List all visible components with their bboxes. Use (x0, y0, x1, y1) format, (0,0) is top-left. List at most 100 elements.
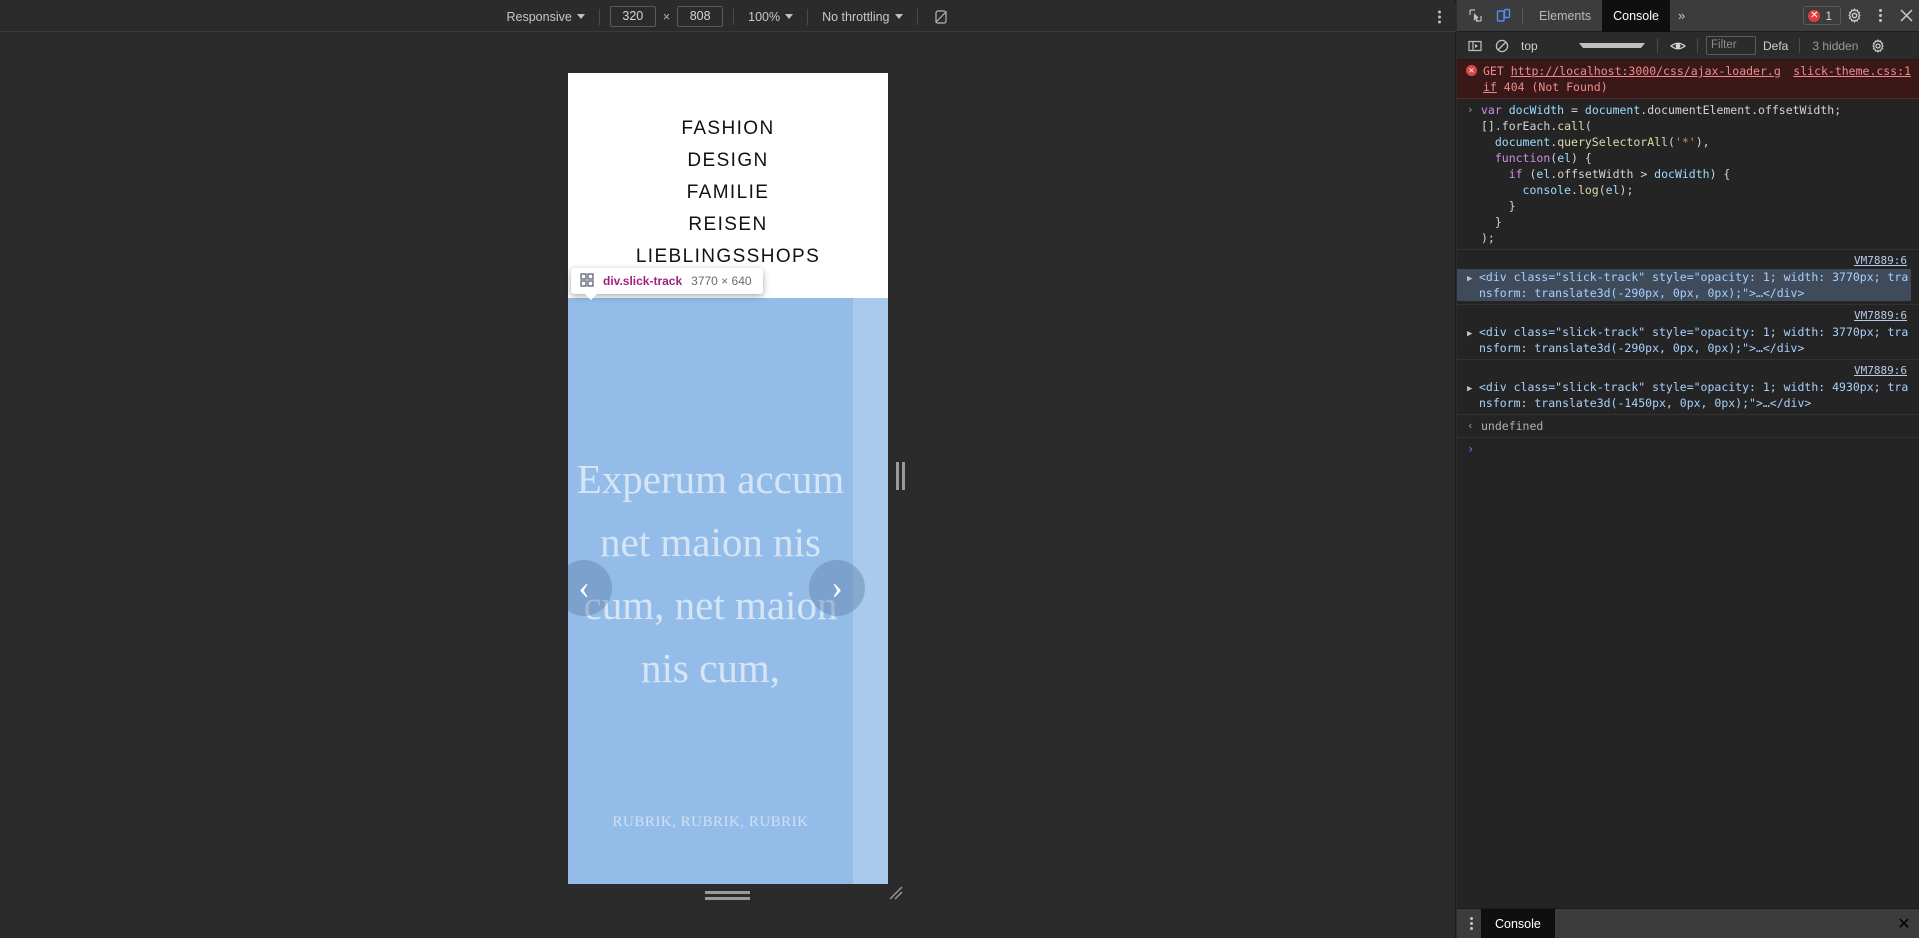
console-error-message[interactable]: ✕ slick-theme.css:1 GET http://localhost… (1457, 60, 1919, 99)
device-toolbar: Responsive 320 × 808 100% No throttling (0, 2, 1456, 32)
inspect-element-icon[interactable] (1461, 3, 1489, 29)
expand-triangle-icon[interactable]: ▶ (1467, 271, 1472, 287)
device-toolbar-more-button[interactable] (1438, 10, 1441, 23)
clear-console-icon[interactable] (1490, 35, 1513, 57)
zoom-select[interactable]: 100% (744, 8, 797, 26)
hidden-messages-label: 3 hidden (1812, 38, 1859, 53)
nav-item-reisen[interactable]: REISEN (568, 209, 888, 241)
chevron-down-icon (785, 14, 794, 19)
toolbar-divider (807, 8, 809, 25)
viewport-height-input[interactable]: 808 (677, 6, 724, 27)
drawer-more-options-button[interactable] (1461, 917, 1481, 930)
devtools-close-icon[interactable] (1893, 3, 1919, 29)
message-source-link[interactable]: VM7889:6 (1457, 253, 1911, 269)
devtools-panel: Elements Console » ✕ 1 top Filter Defa 3… (1457, 0, 1919, 938)
site-nav: FASHION DESIGN FAMILIE REISEN LIEBLINGSS… (568, 73, 888, 298)
error-status: 404 (Not Found) (1503, 80, 1608, 94)
node-markup: <div class="slick-track" style="opacity:… (1479, 380, 1909, 410)
viewport-width-resize-handle[interactable] (894, 462, 906, 490)
log-level-select[interactable]: Defa (1760, 39, 1791, 53)
chevron-down-icon (576, 14, 585, 19)
console-filter-input[interactable]: Filter (1706, 36, 1756, 55)
more-tabs-icon[interactable]: » (1670, 8, 1693, 23)
expand-triangle-icon[interactable]: ▶ (1467, 326, 1472, 342)
viewport-height-resize-handle[interactable] (705, 889, 750, 901)
device-preset-select[interactable]: Responsive (502, 8, 588, 26)
error-count-label: 1 (1825, 8, 1832, 23)
toolbar-divider (733, 8, 735, 25)
error-method: GET (1483, 64, 1504, 78)
nav-item-design[interactable]: DESIGN (568, 145, 888, 177)
toolbar-divider (916, 8, 918, 25)
console-node-message[interactable]: VM7889:6 ▶ <div class="slick-track" styl… (1457, 305, 1919, 360)
console-input-echo: › var docWidth = document.documentElemen… (1457, 99, 1919, 250)
nav-item-fashion[interactable]: FASHION (568, 113, 888, 145)
devtools-settings-icon[interactable] (1841, 3, 1867, 29)
tabbar-divider (1522, 7, 1523, 24)
expand-triangle-icon[interactable]: ▶ (1467, 381, 1472, 397)
tab-elements[interactable]: Elements (1528, 0, 1602, 32)
toolbar-divider (1697, 38, 1698, 53)
error-source-link[interactable]: slick-theme.css:1 (1787, 63, 1911, 79)
console-input-code: var docWidth = document.documentElement.… (1481, 103, 1842, 245)
grid-badge-icon (580, 272, 594, 290)
viewport-width-input[interactable]: 320 (609, 6, 656, 27)
drawer-close-icon[interactable]: ✕ (1889, 909, 1919, 938)
element-inspector-tooltip: div.slick-track 3770 × 640 (571, 268, 763, 300)
console-node-message[interactable]: VM7889:6 ▶ <div class="slick-track" styl… (1457, 250, 1919, 305)
viewport-corner-resize-handle[interactable] (888, 885, 904, 901)
execution-context-select[interactable]: top (1517, 36, 1649, 56)
prompt-arrow-icon: › (1467, 442, 1475, 456)
error-icon: ✕ (1808, 9, 1821, 22)
slick-slider: Experum accum net maion nis cum, net mai… (568, 298, 888, 884)
live-expression-eye-icon[interactable] (1666, 35, 1689, 57)
node-markup: <div class="slick-track" style="opacity:… (1479, 325, 1909, 355)
input-arrow-icon: › (1467, 103, 1474, 116)
console-message-list[interactable]: ✕ slick-theme.css:1 GET http://localhost… (1457, 60, 1919, 908)
toolbar-divider (1799, 38, 1801, 53)
devtools-more-options-button[interactable] (1867, 3, 1893, 29)
logged-node-text[interactable]: ▶ <div class="slick-track" style="opacit… (1457, 379, 1911, 411)
page-viewport: FASHION DESIGN FAMILIE REISEN LIEBLINGSS… (568, 73, 888, 884)
console-sidebar-toggle-icon[interactable] (1463, 35, 1486, 57)
chevron-down-icon (1579, 43, 1645, 48)
drawer-tab-console[interactable]: Console (1481, 908, 1555, 938)
dimension-separator: × (662, 9, 671, 24)
device-frame: FASHION DESIGN FAMILIE REISEN LIEBLINGSS… (568, 73, 888, 884)
slide-headline: Experum accum net maion nis cum, net mai… (576, 456, 845, 691)
console-toolbar: top Filter Defa 3 hidden (1457, 32, 1919, 60)
console-result-message: ‹ undefined (1457, 415, 1919, 438)
inspector-selector-label: div.slick-track (603, 274, 683, 288)
error-message-text: slick-theme.css:1 GET http://localhost:3… (1457, 63, 1911, 95)
browser-window: Responsive 320 × 808 100% No throttling (0, 0, 1919, 938)
node-markup: <div class="slick-track" style="opacity:… (1479, 270, 1909, 300)
slider-next-button[interactable]: › (809, 560, 865, 616)
error-icon: ✕ (1466, 65, 1477, 76)
error-count-badge[interactable]: ✕ 1 (1803, 6, 1841, 25)
console-node-message[interactable]: VM7889:6 ▶ <div class="slick-track" styl… (1457, 360, 1919, 415)
result-arrow-icon: ‹ (1467, 419, 1474, 432)
devtools-tabbar: Elements Console » ✕ 1 (1457, 0, 1919, 32)
toggle-device-toolbar-icon[interactable] (1489, 3, 1517, 29)
console-prompt[interactable]: › (1457, 438, 1919, 456)
logged-node-text[interactable]: ▶ <div class="slick-track" style="opacit… (1457, 324, 1911, 356)
devtools-drawer-tabbar: Console ✕ (1457, 908, 1919, 938)
message-source-link[interactable]: VM7889:6 (1457, 308, 1911, 324)
inspector-size-label: 3770 × 640 (691, 274, 752, 288)
throttling-label: No throttling (822, 9, 890, 24)
console-settings-gear-icon[interactable] (1866, 35, 1889, 57)
execution-context-label: top (1521, 38, 1538, 53)
nav-item-familie[interactable]: FAMILIE (568, 177, 888, 209)
logged-node-text[interactable]: ▶ <div class="slick-track" style="opacit… (1457, 269, 1911, 301)
tab-console[interactable]: Console (1602, 0, 1670, 32)
message-source-link[interactable]: VM7889:6 (1457, 363, 1911, 379)
toolbar-divider (1657, 38, 1658, 53)
rotate-icon[interactable] (928, 5, 954, 29)
zoom-label: 100% (748, 9, 781, 24)
throttling-select[interactable]: No throttling (818, 8, 906, 26)
toolbar-divider (598, 8, 600, 25)
device-preset-label: Responsive (506, 9, 572, 24)
chevron-down-icon (894, 14, 903, 19)
device-emulation-pane: Responsive 320 × 808 100% No throttling (0, 0, 1456, 938)
slide-subline: RUBRIK, RUBRIK, RUBRIK (612, 814, 809, 830)
